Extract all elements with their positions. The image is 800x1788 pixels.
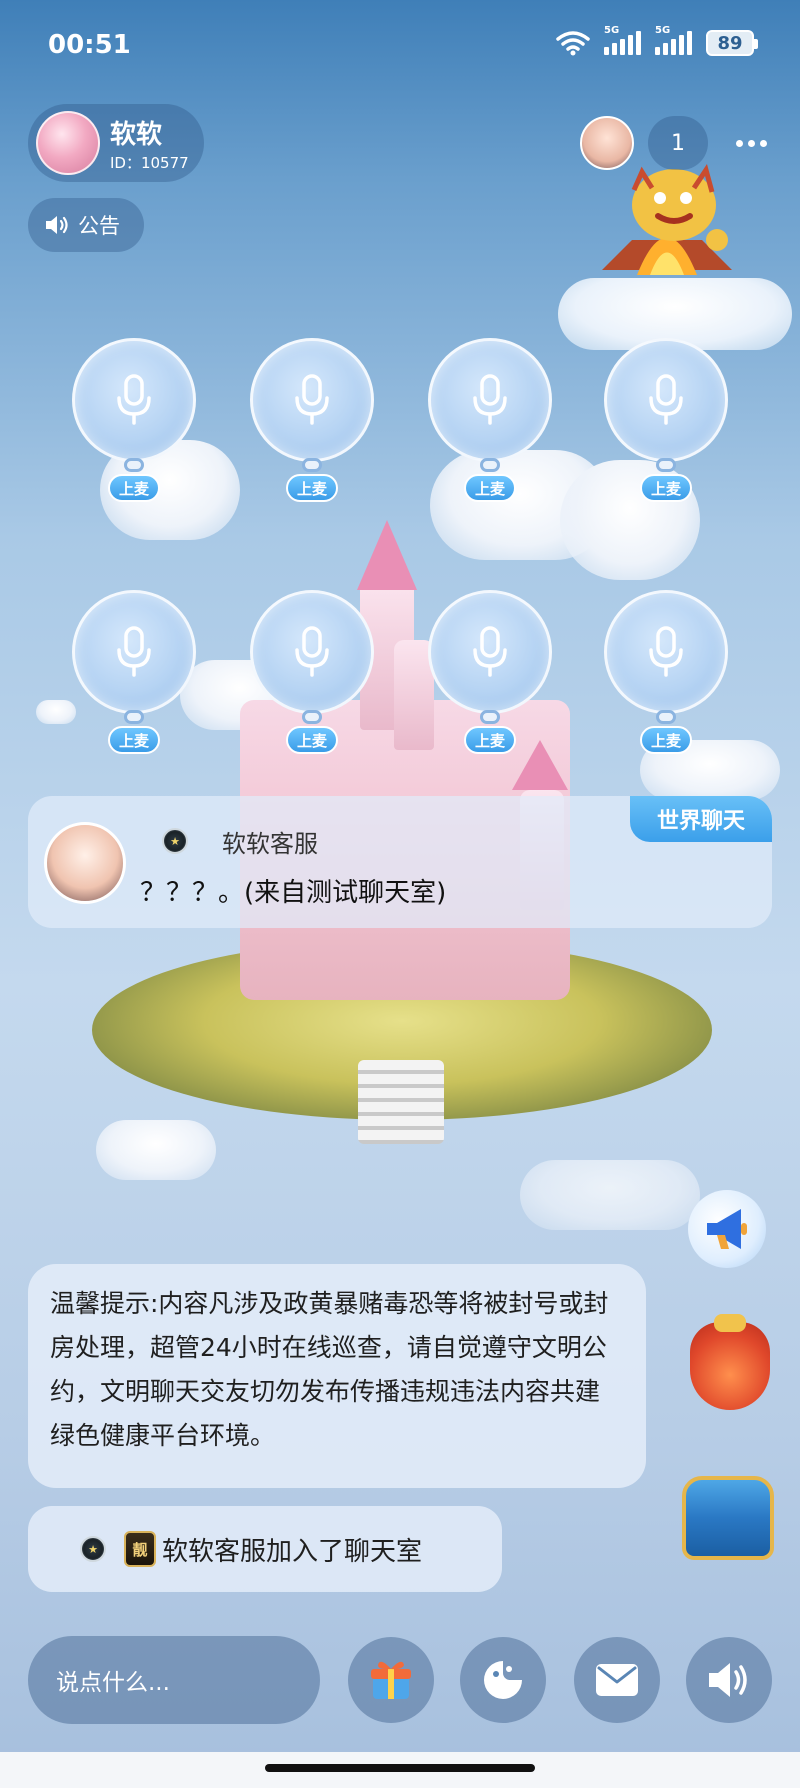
castle-roof	[357, 520, 417, 590]
world-chat-tag[interactable]: 世界聊天	[630, 796, 772, 842]
mic-seat-label[interactable]: 上麦	[640, 474, 692, 502]
microphone-icon	[649, 626, 683, 677]
mic-seat-label[interactable]: 上麦	[286, 474, 338, 502]
mic-seat-8[interactable]	[604, 590, 728, 714]
join-text: 软软客服加入了聊天室	[162, 1536, 423, 1567]
seat-hook	[656, 710, 676, 724]
microphone-icon	[295, 626, 329, 677]
megaphone-icon	[707, 1209, 747, 1249]
mic-seat-5[interactable]	[72, 590, 196, 714]
sender-avatar[interactable]	[44, 822, 126, 904]
mic-seat-label[interactable]: 上麦	[108, 474, 160, 502]
castle-roof	[512, 740, 568, 790]
owner-id: ID：10577	[110, 154, 189, 172]
megaphone-button[interactable]	[688, 1190, 766, 1268]
lucky-bag-button[interactable]	[690, 1314, 770, 1410]
mic-seat-3[interactable]	[428, 338, 552, 462]
gift-button[interactable]	[348, 1637, 434, 1723]
vip-badge: 靓	[124, 1531, 156, 1567]
volume-icon	[709, 1663, 747, 1697]
signal-label: 5G	[604, 25, 620, 36]
seat-hook	[302, 458, 322, 472]
mic-seat-label[interactable]: 上麦	[640, 726, 692, 754]
cloud-decoration	[96, 1120, 216, 1180]
owner-name: 软软	[110, 120, 163, 150]
notice-button[interactable]: 公告	[28, 198, 144, 252]
mail-button[interactable]	[574, 1637, 660, 1723]
volume-button[interactable]	[686, 1637, 772, 1723]
cloud-decoration	[36, 700, 76, 724]
gift-icon	[371, 1661, 411, 1699]
microphone-icon	[649, 374, 683, 425]
chat-message: ？？？。(来自测试聊天室)	[140, 878, 447, 908]
tip-text: 温馨提示:内容凡涉及政黄暴赌毒恐等将被封号或封房处理，超管24小时在线巡查，请自…	[50, 1289, 609, 1450]
mic-seat-2[interactable]	[250, 338, 374, 462]
microphone-icon	[473, 626, 507, 677]
join-message: ★ 靓 软软客服加入了聊天室	[28, 1506, 502, 1592]
seat-hook	[124, 458, 144, 472]
mic-seat-label[interactable]: 上麦	[286, 726, 338, 754]
microphone-icon	[473, 374, 507, 425]
notice-label: 公告	[78, 214, 120, 238]
mic-seat-7[interactable]	[428, 590, 552, 714]
speaker-icon	[46, 216, 68, 234]
castle-stairs	[358, 1060, 444, 1144]
chat-input[interactable]: 说点什么...	[28, 1636, 320, 1724]
mail-icon	[596, 1664, 638, 1696]
chat-input-placeholder: 说点什么...	[56, 1670, 170, 1696]
owner-avatar[interactable]	[36, 111, 100, 175]
seat-hook	[302, 710, 322, 724]
online-count[interactable]: 1	[648, 116, 708, 170]
mic-seat-label[interactable]: 上麦	[108, 726, 160, 754]
seat-hook	[656, 458, 676, 472]
system-tip-message: 温馨提示:内容凡涉及政黄暴赌毒恐等将被封号或封房处理，超管24小时在线巡查，请自…	[28, 1264, 646, 1488]
microphone-icon	[117, 626, 151, 677]
seat-hook	[124, 710, 144, 724]
mic-seat-label[interactable]: 上麦	[464, 474, 516, 502]
monster-decoration	[602, 164, 732, 275]
emoji-icon	[484, 1661, 522, 1699]
more-icon[interactable]	[736, 128, 776, 158]
signal-label: 5G	[655, 25, 671, 36]
home-indicator[interactable]	[265, 1764, 535, 1772]
status-icons: 5G 5G 89	[556, 25, 758, 56]
mic-seat-1[interactable]	[72, 338, 196, 462]
signal-icon: 5G	[655, 25, 692, 55]
seat-hook	[480, 458, 500, 472]
treasure-chest-button[interactable]	[682, 1476, 774, 1560]
cloud-decoration	[520, 1160, 700, 1230]
seat-hook	[480, 710, 500, 724]
microphone-icon	[117, 374, 151, 425]
level-badge-icon: ★	[162, 828, 188, 854]
microphone-icon	[295, 374, 329, 425]
sender-name: 软软客服	[222, 830, 318, 858]
mic-seat-label[interactable]: 上麦	[464, 726, 516, 754]
level-badge-icon: ★	[80, 1536, 106, 1562]
signal-icon: 5G	[604, 25, 641, 55]
mic-seat-4[interactable]	[604, 338, 728, 462]
mic-seat-6[interactable]	[250, 590, 374, 714]
host-avatar[interactable]	[580, 116, 634, 170]
emoji-button[interactable]	[460, 1637, 546, 1723]
wifi-icon	[556, 31, 590, 56]
battery-indicator: 89	[706, 30, 758, 56]
status-time: 00:51	[48, 30, 131, 60]
